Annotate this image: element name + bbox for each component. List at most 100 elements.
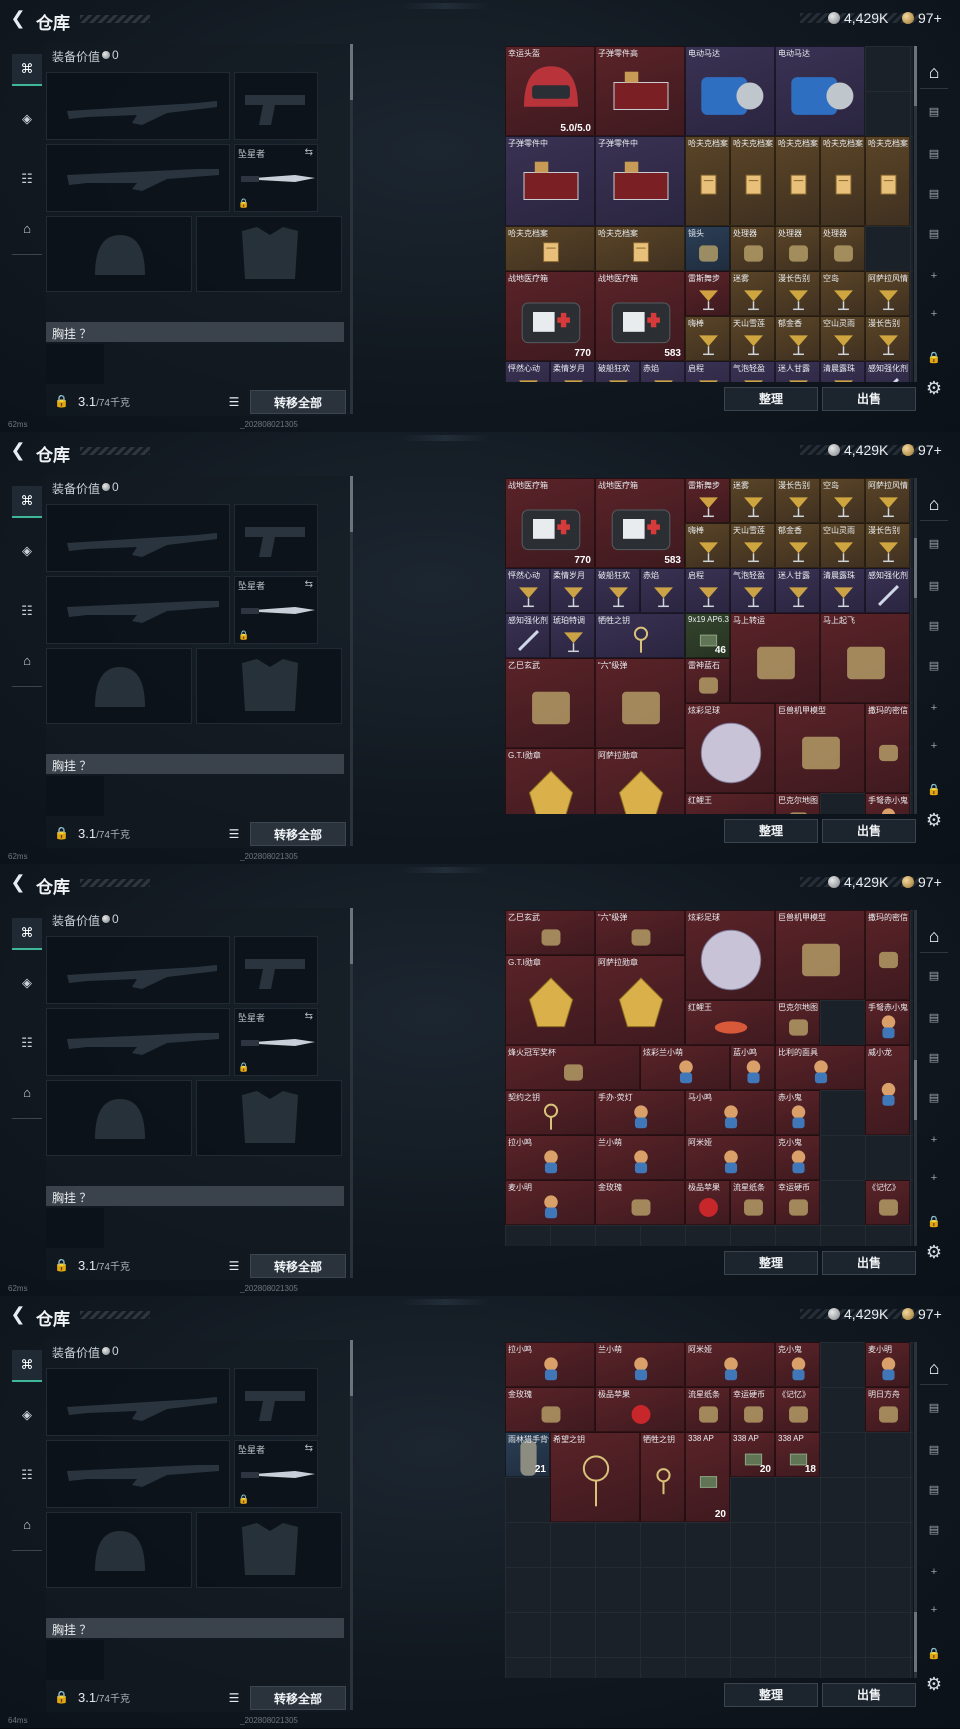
armor-tab-icon[interactable]: ◈ [12, 1400, 42, 1430]
plus-icon[interactable]: + [920, 300, 948, 328]
inventory-item[interactable]: 撒玛的密信 [865, 703, 910, 793]
inventory-scrollbar[interactable] [914, 478, 917, 814]
inventory-item[interactable]: 空岛 [820, 271, 865, 316]
inventory-item[interactable]: 电动马达 [775, 46, 865, 136]
inventory-item[interactable]: 阿米娅 [685, 1135, 775, 1180]
inventory-item[interactable]: 气泡轻盈 [730, 568, 775, 613]
armor-tab-icon[interactable]: ◈ [12, 104, 42, 134]
armor-slot[interactable] [196, 648, 342, 724]
inventory-item[interactable]: 马上转运 [730, 613, 820, 703]
inventory-item[interactable]: 契约之钥 [505, 1090, 595, 1135]
equipment-scrollbar[interactable] [350, 476, 353, 846]
inventory-item[interactable]: 怦然心动 [505, 361, 550, 382]
inventory-item[interactable]: 哈夫克档案 [820, 136, 865, 226]
inventory-item[interactable]: 柔情岁月 [550, 568, 595, 613]
weapon-tab-icon[interactable]: ⌘ [12, 918, 42, 950]
warehouse-icon[interactable]: ⌂ [920, 922, 948, 950]
list-icon[interactable]: ☰ [226, 1688, 242, 1708]
inventory-item[interactable]: 手弩赤小鬼 [865, 1000, 910, 1045]
bag-tab-icon[interactable]: ⌂ [12, 646, 42, 676]
inventory-item[interactable]: 红鲤王 [685, 793, 775, 814]
inventory-item[interactable]: 拉小鸣 [505, 1342, 595, 1387]
inventory-item[interactable]: 感知强化剂 [865, 361, 910, 382]
inventory-item[interactable]: 烽火冠军奖杯 [505, 1045, 640, 1090]
inventory-item[interactable]: “六”级弹 [595, 658, 685, 748]
inventory-item[interactable]: 极品苹果 [685, 1180, 730, 1225]
inventory-item[interactable]: 希望之钥 [550, 1432, 640, 1522]
gold-currency[interactable]: 97+ [902, 8, 942, 28]
inventory-item[interactable]: 阿萨拉勋章 [595, 955, 685, 1045]
inventory-item[interactable]: 子弹零件中 [505, 136, 595, 226]
inventory-item[interactable]: 巴克尔地图 [775, 1000, 820, 1045]
inventory-item[interactable]: 天山雪莲 [730, 523, 775, 568]
inventory-item[interactable]: 战地医疗箱 770 [505, 478, 595, 568]
inventory-item[interactable]: 迷人甘露 [775, 361, 820, 382]
warehouse-icon[interactable]: ⌂ [920, 58, 948, 86]
sort-button[interactable]: 整理 [724, 1683, 818, 1707]
gear-icon[interactable]: ⚙ [920, 1238, 948, 1266]
crate-icon[interactable]: ▤ [920, 530, 948, 558]
chest-rig-slot[interactable] [46, 344, 104, 384]
inventory-scrollbar[interactable] [914, 910, 917, 1246]
back-arrow-icon[interactable]: ❮ [8, 1304, 28, 1324]
vest-tab-icon[interactable]: ☷ [12, 164, 42, 194]
chest-rig-header[interactable]: 胸挂 ？ [46, 1186, 344, 1206]
gold-currency[interactable]: 97+ [902, 440, 942, 460]
lock-icon[interactable]: 🔒 [920, 344, 948, 372]
sell-button[interactable]: 出售 [822, 1683, 916, 1707]
equipment-scrollbar[interactable] [350, 44, 353, 414]
inventory-item[interactable]: 《记忆》 [775, 1387, 820, 1432]
inventory-item[interactable]: 子弹零件高 [595, 46, 685, 136]
inventory-scrollbar[interactable] [914, 1342, 917, 1678]
inventory-item[interactable]: 空岛 [820, 478, 865, 523]
bag-icon[interactable]: ▤ [920, 180, 948, 208]
inventory-item[interactable]: 清晨露珠 [820, 361, 865, 382]
inventory-item[interactable]: 处理器 [775, 226, 820, 271]
primary-weapon-slot[interactable] [46, 504, 230, 572]
inventory-item[interactable]: 迷雾 [730, 271, 775, 316]
inventory-item[interactable]: G.T.I勋章 [505, 748, 595, 814]
inventory-item[interactable]: 柔情岁月 [550, 361, 595, 382]
bag-icon[interactable]: ▤ [920, 652, 948, 680]
inventory-item[interactable]: 炫彩足球 [685, 703, 775, 793]
crate-icon[interactable]: ▤ [920, 1394, 948, 1422]
weapon-tab-icon[interactable]: ⌘ [12, 54, 42, 86]
plus-icon[interactable]: + [920, 694, 948, 722]
inventory-item[interactable]: 雷斯舞步 [685, 478, 730, 523]
inventory-item[interactable]: 郁金香 [775, 523, 820, 568]
inventory-item[interactable]: 阿萨拉勋章 [595, 748, 685, 814]
bag-icon[interactable]: ▤ [920, 1084, 948, 1112]
lock-icon[interactable]: 🔒 [920, 1208, 948, 1236]
bag-tab-icon[interactable]: ⌂ [12, 1510, 42, 1540]
armor-slot[interactable] [196, 216, 342, 292]
inventory-item[interactable]: 电动马达 [685, 46, 775, 136]
chest-rig-slot[interactable] [46, 776, 104, 816]
inventory-item[interactable]: 巨兽机甲模型 [775, 703, 865, 793]
gear-icon[interactable]: ⚙ [920, 806, 948, 834]
inventory-item[interactable]: 兰小萌 [595, 1135, 685, 1180]
inventory-item[interactable]: 幸运硬币 [775, 1180, 820, 1225]
inventory-item[interactable]: 炫彩兰小萌 [640, 1045, 730, 1090]
melee-slot[interactable]: 坠星者 ⇆ 🔒 [234, 1008, 318, 1076]
helmet-slot[interactable] [46, 216, 192, 292]
inventory-item[interactable]: 迷人甘露 [775, 568, 820, 613]
warehouse-inventory-grid[interactable]: 幸运头盔 5.0/5.0 子弹零件高 电动马达 电动马达 子弹零件中 子弹零件中… [505, 46, 913, 382]
armor-slot[interactable] [196, 1080, 342, 1156]
back-arrow-icon[interactable]: ❮ [8, 440, 28, 460]
inventory-item[interactable]: 牺牲之钥 [640, 1432, 685, 1522]
silver-currency[interactable]: 4,429K [828, 8, 888, 28]
inventory-item[interactable]: 雷神蓝石 [685, 658, 730, 703]
inventory-item[interactable]: 清晨露珠 [820, 568, 865, 613]
inventory-item[interactable]: 手办·荧灯 [595, 1090, 685, 1135]
equipment-scrollbar[interactable] [350, 908, 353, 1278]
equipment-scrollbar[interactable] [350, 1340, 353, 1710]
inventory-item[interactable]: 9x19 AP6.3 46 [685, 613, 730, 658]
inventory-item[interactable]: 处理器 [730, 226, 775, 271]
primary-weapon-slot[interactable] [46, 72, 230, 140]
inventory-item[interactable]: 哈夫克档案 [685, 136, 730, 226]
list-icon[interactable]: ☰ [226, 1256, 242, 1276]
secondary-weapon-slot[interactable] [46, 1008, 230, 1076]
bag-icon[interactable]: ▤ [920, 1436, 948, 1464]
weapon-tab-icon[interactable]: ⌘ [12, 1350, 42, 1382]
bag-icon[interactable]: ▤ [920, 1044, 948, 1072]
